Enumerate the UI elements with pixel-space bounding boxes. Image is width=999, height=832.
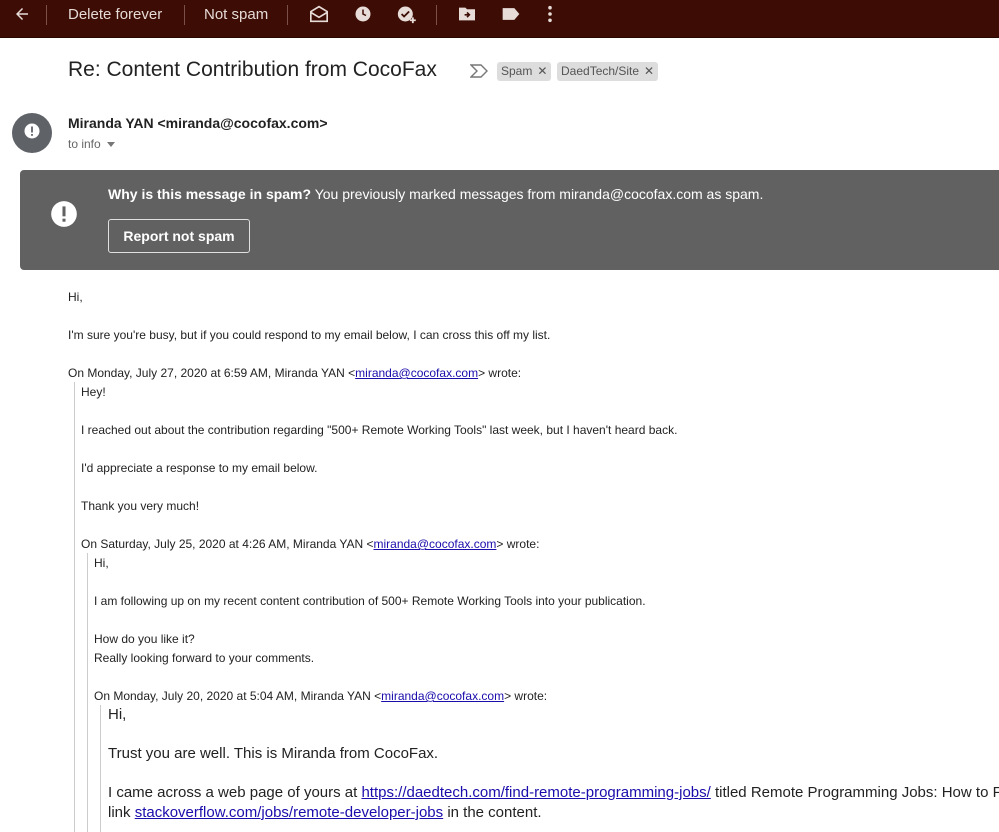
recipient-text: to info xyxy=(68,137,101,151)
avatar[interactable] xyxy=(12,113,52,153)
email-link[interactable]: miranda@cocofax.com xyxy=(374,537,497,551)
not-spam-label: Not spam xyxy=(204,5,269,23)
quote-text: titled Remote Programming Jobs: How to F… xyxy=(710,784,999,801)
quote-border xyxy=(87,553,88,832)
mark-unread-icon xyxy=(309,5,329,23)
quote-line: I'd appreciate a response to my email be… xyxy=(81,461,318,475)
quote-line: Hey! xyxy=(81,385,106,399)
quote-line: Thank you very much! xyxy=(81,499,200,513)
attribution-text: > wrote: xyxy=(496,537,540,551)
spam-warning-question: Why is this message in spam? xyxy=(108,186,312,202)
quote-line: Trust you are well. This is Miranda from… xyxy=(108,745,439,762)
sender-name[interactable]: Miranda YAN <miranda@cocofax.com> xyxy=(68,115,328,131)
attribution-text: On Saturday, July 25, 2020 at 4:26 AM, M… xyxy=(81,537,374,551)
alert-icon xyxy=(50,200,78,233)
quote-text: in the content. xyxy=(443,804,542,821)
quote-line: How do you like it? xyxy=(94,632,195,646)
label-chip-text: Spam xyxy=(501,64,533,78)
label-chip-daedtech: DaedTech/Site ✕ xyxy=(557,62,659,81)
remove-label-icon[interactable]: ✕ xyxy=(644,64,654,78)
arrow-left-icon xyxy=(13,5,31,23)
toolbar-divider xyxy=(436,5,437,25)
attribution-text: > wrote: xyxy=(478,366,522,380)
mark-unread-button[interactable] xyxy=(309,0,329,28)
remove-label-icon[interactable]: ✕ xyxy=(537,64,547,78)
more-vert-icon xyxy=(546,5,554,23)
quote-line: Hi, xyxy=(108,706,127,723)
spam-warning-reason: You previously marked messages from mira… xyxy=(311,186,764,202)
not-spam-button[interactable]: Not spam xyxy=(204,0,268,28)
quote-border xyxy=(100,705,101,832)
attribution-text: On Monday, July 20, 2020 at 5:04 AM, Mir… xyxy=(94,689,382,703)
quote-attribution: On Monday, July 20, 2020 at 5:04 AM, Mir… xyxy=(94,689,547,703)
quote-attribution: On Saturday, July 25, 2020 at 4:26 AM, M… xyxy=(81,537,539,551)
label-chip-spam: Spam ✕ xyxy=(497,62,552,81)
chevron-down-icon xyxy=(106,142,115,148)
snooze-button[interactable] xyxy=(354,0,372,28)
add-to-tasks-icon xyxy=(396,4,418,24)
quote-attribution: On Monday, July 27, 2020 at 6:59 AM, Mir… xyxy=(68,366,521,380)
toolbar: Delete forever Not spam xyxy=(0,0,999,38)
move-to-button[interactable] xyxy=(457,0,477,28)
move-to-icon xyxy=(457,6,477,22)
importance-marker-icon[interactable] xyxy=(469,64,488,83)
more-options-button[interactable] xyxy=(546,0,554,28)
quote-text: I came across a web page of yours at xyxy=(108,784,362,801)
toolbar-divider xyxy=(46,5,47,25)
toolbar-divider xyxy=(287,5,288,25)
report-not-spam-button[interactable]: Report not spam xyxy=(108,219,250,253)
attribution-text: > wrote: xyxy=(504,689,548,703)
recipient-details[interactable]: to info xyxy=(68,137,115,151)
label-button[interactable] xyxy=(501,0,521,28)
delete-forever-button[interactable]: Delete forever xyxy=(68,0,162,28)
delete-forever-label: Delete forever xyxy=(68,5,163,23)
spam-warning-banner: Why is this message in spam? You previou… xyxy=(20,170,999,270)
quote-line: link stackoverflow.com/jobs/remote-devel… xyxy=(108,804,542,821)
toolbar-divider xyxy=(184,5,185,25)
quote-line: I am following up on my recent content c… xyxy=(94,594,646,608)
snooze-icon xyxy=(354,5,372,23)
quote-line: I came across a web page of yours at htt… xyxy=(108,784,999,801)
attribution-text: On Monday, July 27, 2020 at 6:59 AM, Mir… xyxy=(68,366,356,380)
back-button[interactable] xyxy=(13,0,31,28)
web-link[interactable]: stackoverflow.com/jobs/remote-developer-… xyxy=(135,804,443,821)
quote-text: link xyxy=(108,804,135,821)
greeting: Hi, xyxy=(68,290,83,304)
label-chip-text: DaedTech/Site xyxy=(561,64,640,78)
email-link[interactable]: miranda@cocofax.com xyxy=(355,366,478,380)
spam-warning-text: Why is this message in spam? You previou… xyxy=(108,186,763,202)
quote-line: I reached out about the contribution reg… xyxy=(81,423,678,437)
add-to-tasks-button[interactable] xyxy=(396,0,418,28)
body-line: I'm sure you're busy, but if you could r… xyxy=(68,328,551,342)
quote-border xyxy=(74,382,75,832)
email-subject: Re: Content Contribution from CocoFax xyxy=(68,58,437,81)
web-link[interactable]: https://daedtech.com/find-remote-program… xyxy=(361,784,710,801)
label-icon xyxy=(501,6,521,22)
quote-line: Hi, xyxy=(94,556,109,570)
alert-icon xyxy=(23,122,41,145)
quote-line: Really looking forward to your comments. xyxy=(94,651,315,665)
email-link[interactable]: miranda@cocofax.com xyxy=(381,689,504,703)
